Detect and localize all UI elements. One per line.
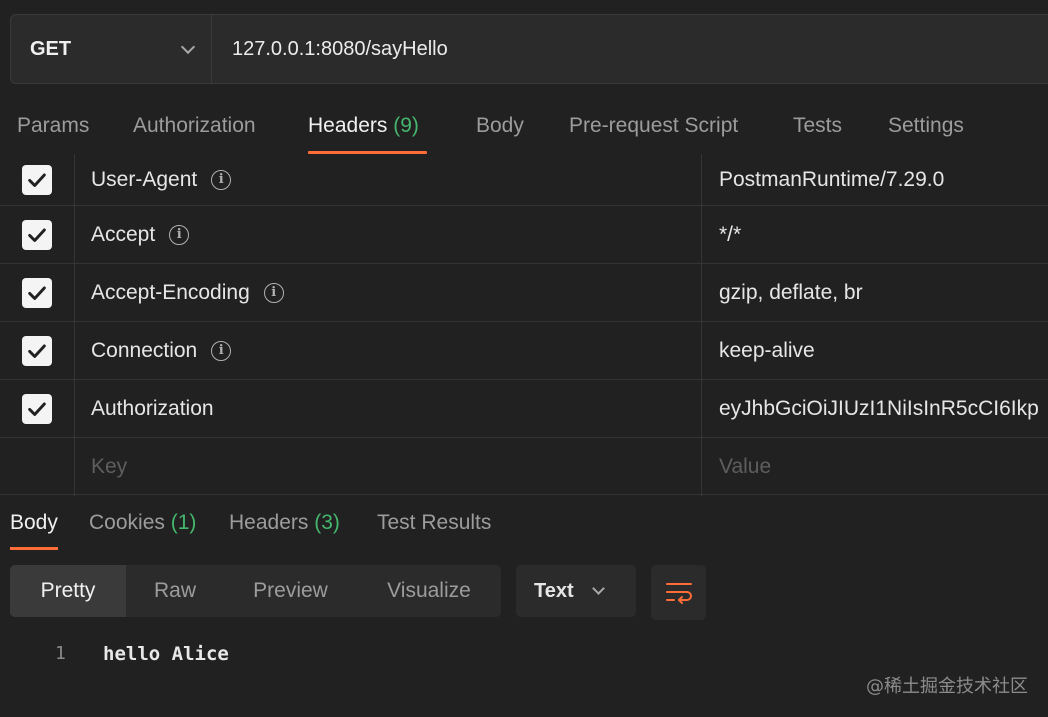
header-key: Connection [91,338,198,362]
header-key: Authorization [91,396,214,420]
method-label: GET [30,37,72,60]
info-icon[interactable]: i [169,224,190,245]
info-icon[interactable]: i [263,282,284,303]
chevron-down-icon [180,39,196,54]
info-icon[interactable]: i [211,169,232,190]
response-body-line: 1 hello Alice [0,640,600,668]
tab-headers-label: Headers [308,114,388,137]
tab-tests[interactable]: Tests [793,98,842,154]
tab-settings[interactable]: Settings [888,98,964,154]
header-key: User-Agent [91,167,198,191]
header-key-cell[interactable]: User-Agent i [75,154,702,205]
response-tab-body[interactable]: Body [10,498,58,550]
header-value-cell[interactable]: eyJhbGciOiJIUzI1NiIsInR5cCI6Ikp [702,380,1048,437]
header-row: Accept-Encoding i gzip, deflate, br [0,264,1048,322]
headers-table: User-Agent i PostmanRuntime/7.29.0 Accep… [0,154,1048,496]
info-icon[interactable]: i [211,340,232,361]
tab-authorization[interactable]: Authorization [133,98,256,154]
check-icon [28,285,46,300]
chevron-down-icon [591,582,605,595]
line-number: 1 [55,643,66,664]
tab-headers[interactable]: Headers (9) [308,98,427,154]
key-placeholder: Key [91,455,128,478]
header-key-cell[interactable]: Connection i [75,322,702,379]
view-mode-group: Pretty Raw Preview Visualize [10,565,501,617]
header-enable-cell [0,264,75,321]
header-row: Accept i */* [0,206,1048,264]
response-tab-cookies-label: Cookies [89,511,165,534]
header-row: Connection i keep-alive [0,322,1048,380]
format-select[interactable]: Text [516,565,636,617]
response-tab-cookies[interactable]: Cookies (1) [89,498,196,550]
view-preview-button[interactable]: Preview [224,565,357,617]
header-key-cell[interactable]: Accept-Encoding i [75,264,702,321]
response-tab-cookies-count: (1) [170,511,197,534]
header-value-cell[interactable]: PostmanRuntime/7.29.0 [702,154,1048,205]
new-header-row: Key Value [0,438,1048,496]
check-icon [28,172,46,187]
new-value-input[interactable]: Value [702,438,1048,496]
header-key: Accept [91,222,156,246]
wrap-lines-icon [665,582,692,604]
response-tab-headers[interactable]: Headers (3) [229,498,340,550]
header-row: User-Agent i PostmanRuntime/7.29.0 [0,154,1048,206]
response-tab-headers-label: Headers [229,511,309,534]
view-visualize-button[interactable]: Visualize [357,565,501,617]
header-enable-cell [0,322,75,379]
header-enable-checkbox[interactable] [22,393,52,424]
header-enable-cell [0,206,75,263]
header-value-cell[interactable]: gzip, deflate, br [702,264,1048,321]
request-tabs: Params Authorization Headers (9) Body Pr… [0,98,1048,154]
check-icon [28,343,46,358]
method-select[interactable]: GET [11,15,212,83]
header-enable-checkbox[interactable] [22,219,52,250]
header-row: Authorization eyJhbGciOiJIUzI1NiIsInR5cC… [0,380,1048,438]
view-raw-button[interactable]: Raw [126,565,224,617]
tab-prerequest-script[interactable]: Pre-request Script [569,98,738,154]
header-enable-checkbox[interactable] [22,164,52,195]
header-enable-checkbox[interactable] [22,335,52,366]
header-enable-cell [0,154,75,205]
wrap-lines-button[interactable] [651,565,706,620]
value-placeholder: Value [719,455,772,478]
check-icon [28,227,46,242]
response-divider [0,494,1048,495]
response-body-text[interactable]: hello Alice [103,640,229,668]
request-bar: GET 127.0.0.1:8080/sayHello [10,14,1048,84]
header-value-cell[interactable]: keep-alive [702,322,1048,379]
response-tab-test-results[interactable]: Test Results [377,498,491,550]
header-enable-checkbox[interactable] [22,277,52,308]
tab-body[interactable]: Body [476,98,524,154]
new-key-input[interactable]: Key [75,438,702,496]
header-key-cell[interactable]: Accept i [75,206,702,263]
header-key: Accept-Encoding [91,280,250,304]
header-enable-cell [0,438,75,496]
header-enable-cell [0,380,75,437]
response-tab-body-label: Body [10,511,58,534]
active-tab-indicator [10,547,58,550]
watermark: @稀土掘金技术社区 [866,676,1028,697]
response-tab-headers-count: (3) [314,511,340,534]
postman-window: GET 127.0.0.1:8080/sayHello Params Autho… [0,0,1048,717]
response-tabs: Body Cookies (1) Headers (3) Test Result… [0,498,1048,552]
header-value-cell[interactable]: */* [702,206,1048,263]
view-pretty-button[interactable]: Pretty [10,565,126,617]
format-label: Text [534,579,574,602]
tab-headers-count: (9) [393,114,419,137]
url-input[interactable]: 127.0.0.1:8080/sayHello [212,38,448,61]
header-key-cell[interactable]: Authorization [75,380,702,437]
check-icon [28,401,46,416]
tab-params[interactable]: Params [17,98,89,154]
